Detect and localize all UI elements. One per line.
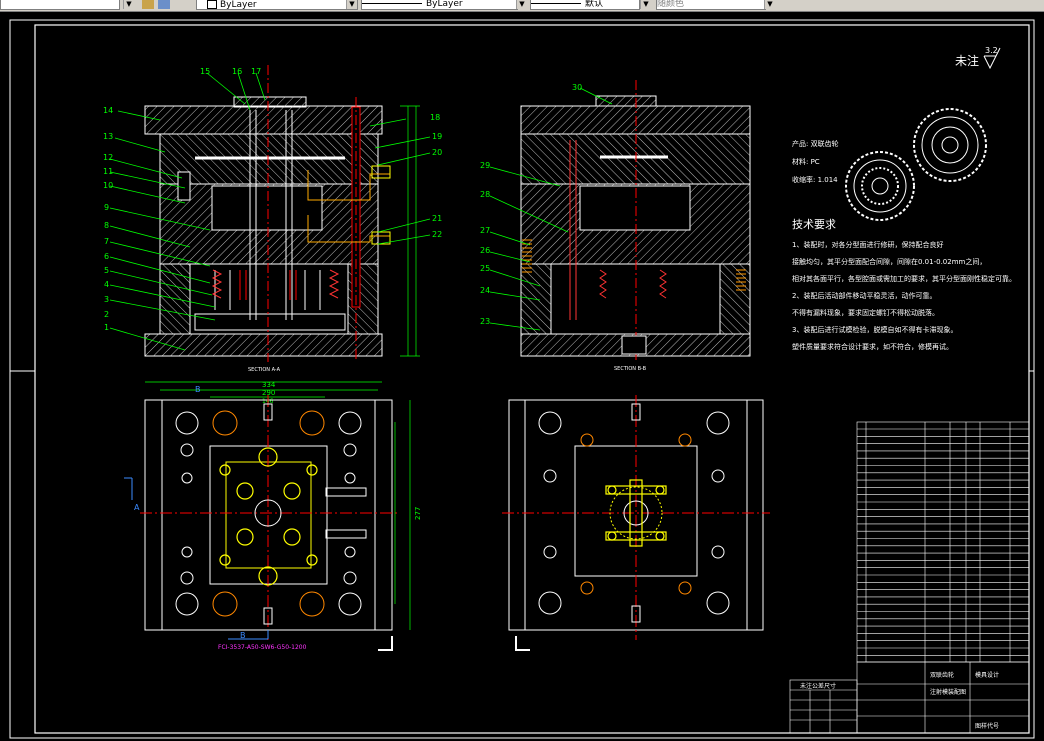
part-no: 6	[104, 252, 109, 261]
lineweight-preview	[531, 3, 581, 4]
lineweight-control[interactable]: 默认	[530, 0, 640, 10]
part-no: 30	[572, 83, 582, 92]
part-no: 10	[103, 181, 113, 190]
section-letter-a: A	[134, 503, 140, 512]
part-no: 25	[480, 264, 490, 273]
layer-state-icon[interactable]	[142, 0, 154, 9]
part-no: 26	[480, 246, 490, 255]
part-no: 19	[432, 132, 442, 141]
properties-toolbar: ▼ ByLayer ▼ ByLayer ▼ 默认 ▼ 随颜色 ▼	[0, 0, 1044, 12]
layer-stack-icon[interactable]	[158, 0, 170, 9]
part-no: 24	[480, 286, 490, 295]
gear-illustration	[845, 108, 987, 221]
part-no: 12	[103, 153, 113, 162]
part-no: 11	[103, 167, 113, 176]
linetype-control[interactable]: ByLayer	[361, 0, 518, 10]
title-drawing: 注射模装配图	[930, 688, 966, 696]
linetype-value: ByLayer	[426, 0, 463, 9]
tech-line: 接触均匀，其平分型面配合间隙，间隙在0.01-0.02mm之间，	[792, 257, 986, 266]
plan-view-left: 334 290 146 B	[124, 381, 422, 651]
section-bb-label: SECTION B-B	[614, 366, 647, 372]
product-shrinkage: 收缩率: 1.014	[792, 175, 838, 184]
color-control[interactable]: ByLayer	[196, 0, 358, 10]
plotstyle-control[interactable]: 随颜色	[656, 0, 766, 10]
linetype-dropdown-arrow[interactable]: ▼	[516, 0, 527, 9]
section-aa-view	[144, 65, 391, 362]
dim-277: 277	[414, 507, 422, 520]
part-no: 5	[104, 266, 109, 275]
part-no: 9	[104, 203, 109, 212]
tech-line: 塑件质量要求符合设计要求，如不符合，修模再试。	[792, 342, 953, 351]
dims-aa	[400, 105, 420, 357]
part-no: 4	[104, 280, 109, 289]
part-no: 8	[104, 221, 109, 230]
section-aa-label: SECTION A-A	[248, 367, 281, 373]
color-dropdown-arrow[interactable]: ▼	[346, 0, 357, 9]
roughness-label: 未注	[955, 53, 979, 68]
layer-dropdown[interactable]	[0, 0, 120, 10]
drawing-canvas[interactable]: 15 16 17 14 13 12 11 10 9 8 7 6 5 4 3 2 …	[0, 12, 1044, 741]
color-swatch-icon	[207, 0, 217, 9]
dim-334: 334	[262, 381, 276, 389]
lineweight-dropdown-arrow[interactable]: ▼	[640, 0, 651, 9]
tech-line: 相对其各面平行，各型腔面或需加工的要求，其平分型面刚性稳定可靠。	[792, 274, 1016, 283]
mold-base-code: FCI-3537-A50-SW6-G50-1200	[218, 644, 307, 651]
tolerance-title: 未注公差尺寸	[800, 682, 836, 690]
plotstyle-dropdown-arrow[interactable]: ▼	[764, 0, 775, 9]
part-no: 7	[104, 237, 109, 246]
plan-view-right	[502, 395, 770, 651]
product-info: 产品: 双联齿轮 材料: PC 收缩率: 1.014	[792, 139, 839, 184]
part-no: 14	[103, 106, 113, 115]
part-no: 22	[432, 230, 442, 239]
cad-drawing: 15 16 17 14 13 12 11 10 9 8 7 6 5 4 3 2 …	[9, 19, 1035, 739]
roughness-value: 3.2	[985, 46, 998, 55]
title-company: 模具设计	[975, 671, 999, 679]
part-no: 17	[251, 67, 261, 76]
tech-title: 技术要求	[792, 218, 836, 231]
part-no: 20	[432, 148, 442, 157]
tech-line: 不得有漏料现象，要求固定螺钉不得松动脱落。	[792, 308, 939, 317]
bom-table	[856, 421, 1030, 663]
tech-line: 3、装配后进行试模检验，脱模自如不得有卡滞现象。	[792, 325, 957, 334]
section-letter-b-top: B	[195, 385, 201, 394]
product-name: 产品: 双联齿轮	[792, 139, 839, 148]
section-arrow-a	[124, 477, 133, 500]
section-bb-view	[520, 80, 751, 362]
linetype-preview	[362, 3, 422, 4]
part-no: 23	[480, 317, 490, 326]
product-material: 材料: PC	[792, 157, 820, 166]
technical-requirements: 技术要求 1、装配时，对各分型面进行修研，保持配合良好 接触均匀，其平分型面配合…	[792, 218, 1016, 351]
part-no: 3	[104, 295, 109, 304]
plotstyle-value: 随颜色	[657, 0, 685, 9]
tech-line: 2、装配后活动部件移动平稳灵活，动作可靠。	[792, 291, 936, 300]
part-no: 29	[480, 161, 490, 170]
section-letter-b-bottom: B	[240, 631, 246, 640]
lineweight-value: 默认	[585, 0, 604, 9]
part-no: 21	[432, 214, 442, 223]
part-no: 16	[232, 67, 242, 76]
title-product: 双联齿轮	[930, 671, 954, 679]
tech-line: 1、装配时，对各分型面进行修研，保持配合良好	[792, 240, 943, 249]
color-value: ByLayer	[220, 0, 257, 10]
part-no: 27	[480, 226, 490, 235]
roughness-symbol: 未注 3.2	[955, 46, 1001, 70]
part-no: 15	[200, 67, 210, 76]
part-no: 28	[480, 190, 490, 199]
part-no: 13	[103, 132, 113, 141]
part-no: 2	[104, 310, 109, 319]
part-no: 18	[430, 113, 440, 122]
title-drawing-no: 图样代号	[975, 722, 999, 730]
part-no: 1	[104, 323, 109, 332]
dim-290: 290	[262, 389, 275, 397]
layer-dropdown-arrow[interactable]: ▼	[123, 0, 134, 9]
